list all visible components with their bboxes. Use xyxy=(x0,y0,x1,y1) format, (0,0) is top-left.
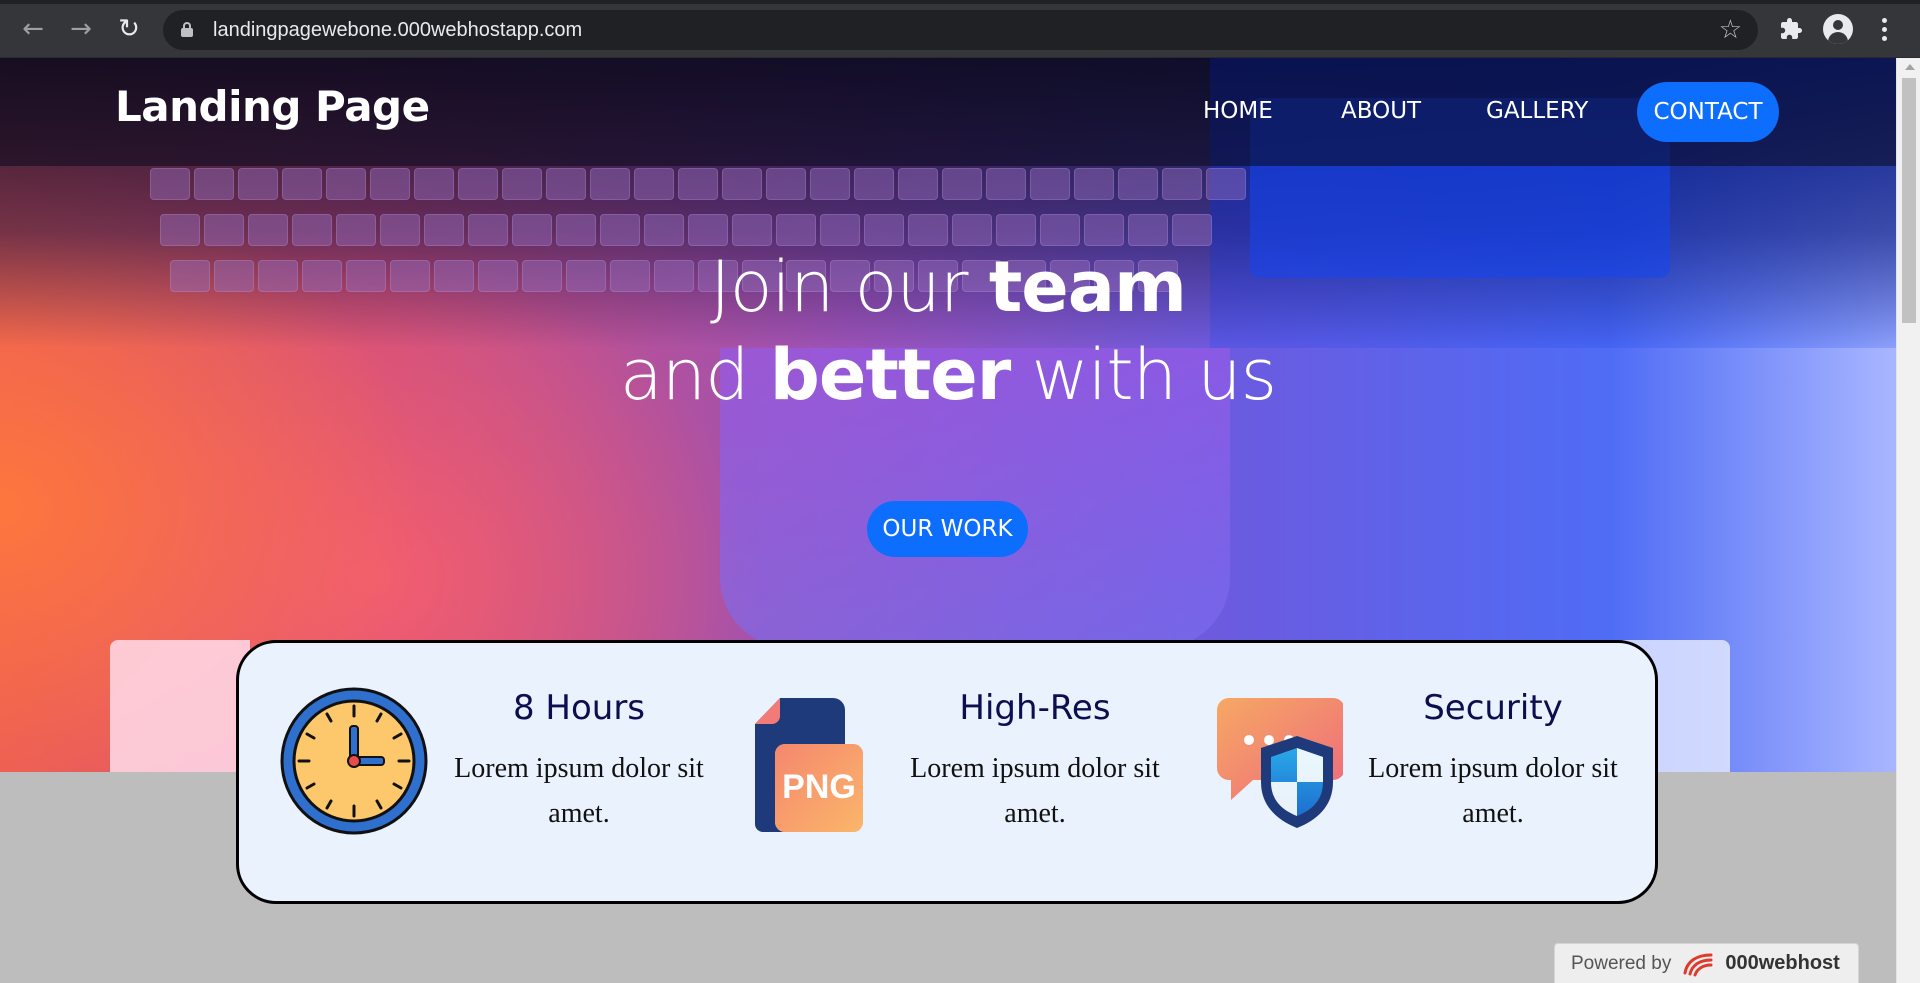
keyboard-key xyxy=(556,214,596,246)
feature-item: PNG High-Res Lorem ipsum dolor sit amet. xyxy=(695,643,1160,907)
tab-strip xyxy=(0,0,1920,4)
nav-home[interactable]: HOME xyxy=(1203,98,1273,124)
keyboard-key xyxy=(370,168,410,200)
reload-icon[interactable]: ↻ xyxy=(112,14,146,44)
page-scrollbar[interactable] xyxy=(1896,58,1920,983)
keyboard-key xyxy=(996,214,1036,246)
keyboard-key xyxy=(678,168,718,200)
profile-avatar-icon[interactable] xyxy=(1823,14,1853,44)
powered-by-name: 000webhost xyxy=(1725,952,1840,974)
keyboard-key xyxy=(502,168,542,200)
keyboard-key xyxy=(634,168,674,200)
browser-menu-icon[interactable] xyxy=(1878,14,1890,44)
headline-text: with us xyxy=(1010,334,1278,416)
keyboard-key xyxy=(414,168,454,200)
keyboard-key xyxy=(468,214,508,246)
keyboard-key xyxy=(766,168,806,200)
feature-title: Security xyxy=(1423,688,1563,728)
feature-item: 8 Hours Lorem ipsum dolor sit amet. xyxy=(239,643,704,907)
keyboard-key xyxy=(776,214,816,246)
keyboard-key xyxy=(1118,168,1158,200)
keyboard-key xyxy=(194,168,234,200)
clock-icon xyxy=(279,686,429,836)
scroll-up-arrow-icon[interactable] xyxy=(1905,64,1915,70)
headline-text: Join our xyxy=(710,246,989,328)
headline-bold-text: better xyxy=(769,334,1012,416)
keyboard-key xyxy=(380,214,420,246)
keyboard-key xyxy=(1162,168,1202,200)
keyboard-key xyxy=(512,214,552,246)
webhost-logo-icon xyxy=(1681,951,1715,977)
keyboard-key xyxy=(898,168,938,200)
feature-description: Lorem ipsum dolor sit amet. xyxy=(1368,753,1618,829)
extensions-icon[interactable] xyxy=(1776,14,1806,44)
headline-text: and xyxy=(619,334,770,416)
keyboard-key xyxy=(820,214,860,246)
feature-title: 8 Hours xyxy=(512,688,646,728)
back-icon[interactable]: ← xyxy=(16,14,50,44)
keyboard-key xyxy=(908,214,948,246)
keyboard-key xyxy=(644,214,684,246)
forward-icon[interactable]: → xyxy=(64,14,98,44)
keyboard-key xyxy=(1172,214,1212,246)
browser-toolbar: ← → ↻ landingpagewebone.000webhostapp.co… xyxy=(0,0,1920,58)
feature-title: High-Res xyxy=(959,688,1111,728)
keyboard-key xyxy=(238,168,278,200)
keyboard-key xyxy=(248,214,288,246)
feature-description: Lorem ipsum dolor sit amet. xyxy=(454,753,704,829)
brand-logo[interactable]: Landing Page xyxy=(115,82,430,131)
hero-headline-line2: and better with us xyxy=(0,331,1896,419)
keyboard-key xyxy=(864,214,904,246)
site-navbar: Landing Page HOME ABOUT GALLERY CONTACT xyxy=(0,58,1896,166)
keyboard-key xyxy=(732,214,772,246)
scrollbar-thumb[interactable] xyxy=(1902,78,1916,323)
keyboard-key xyxy=(292,214,332,246)
keyboard-key xyxy=(1084,214,1124,246)
keyboard-key xyxy=(688,214,728,246)
keyboard-key xyxy=(1206,168,1246,200)
lock-icon[interactable] xyxy=(181,22,193,37)
hero-headline-line1: Join our team xyxy=(0,243,1896,331)
hero-keyboard-corner xyxy=(110,640,250,772)
powered-by-label: Powered by xyxy=(1571,952,1672,974)
our-work-button[interactable]: OUR WORK xyxy=(867,501,1028,557)
keyboard-key xyxy=(590,168,630,200)
keyboard-key xyxy=(160,214,200,246)
nav-gallery[interactable]: GALLERY xyxy=(1486,98,1588,124)
page-viewport: Landing Page HOME ABOUT GALLERY CONTACT … xyxy=(0,58,1896,983)
keyboard-key xyxy=(952,214,992,246)
headline-bold-text: team xyxy=(988,246,1187,328)
keyboard-key xyxy=(986,168,1026,200)
png-file-icon: PNG xyxy=(735,686,885,836)
png-icon-label: PNG xyxy=(782,768,856,806)
keyboard-key xyxy=(1074,168,1114,200)
nav-about[interactable]: ABOUT xyxy=(1341,98,1421,124)
keyboard-key xyxy=(150,168,190,200)
keyboard-key xyxy=(546,168,586,200)
chat-shield-icon xyxy=(1193,686,1345,836)
keyboard-key xyxy=(600,214,640,246)
address-bar[interactable]: landingpagewebone.000webhostapp.com ☆ xyxy=(163,10,1758,50)
keyboard-key xyxy=(942,168,982,200)
keyboard-key xyxy=(424,214,464,246)
keyboard-key xyxy=(1128,214,1168,246)
keyboard-key xyxy=(282,168,322,200)
keyboard-key xyxy=(810,168,850,200)
keyboard-key xyxy=(326,168,366,200)
powered-by-badge[interactable]: Powered by 000webhost xyxy=(1554,943,1859,983)
nav-contact-button[interactable]: CONTACT xyxy=(1637,82,1779,142)
keyboard-key xyxy=(854,168,894,200)
keyboard-key xyxy=(722,168,762,200)
keyboard-key xyxy=(1030,168,1070,200)
hero-headline: Join our team and better with us xyxy=(0,243,1896,419)
keyboard-key xyxy=(204,214,244,246)
features-card: 8 Hours Lorem ipsum dolor sit amet. PNG … xyxy=(236,640,1658,904)
url-text[interactable]: landingpagewebone.000webhostapp.com xyxy=(213,19,582,42)
keyboard-key xyxy=(458,168,498,200)
feature-item: Security Lorem ipsum dolor sit amet. xyxy=(1153,643,1618,907)
keyboard-key xyxy=(336,214,376,246)
keyboard-key xyxy=(1040,214,1080,246)
feature-description: Lorem ipsum dolor sit amet. xyxy=(910,753,1160,829)
bookmark-star-icon[interactable]: ☆ xyxy=(1719,15,1742,45)
